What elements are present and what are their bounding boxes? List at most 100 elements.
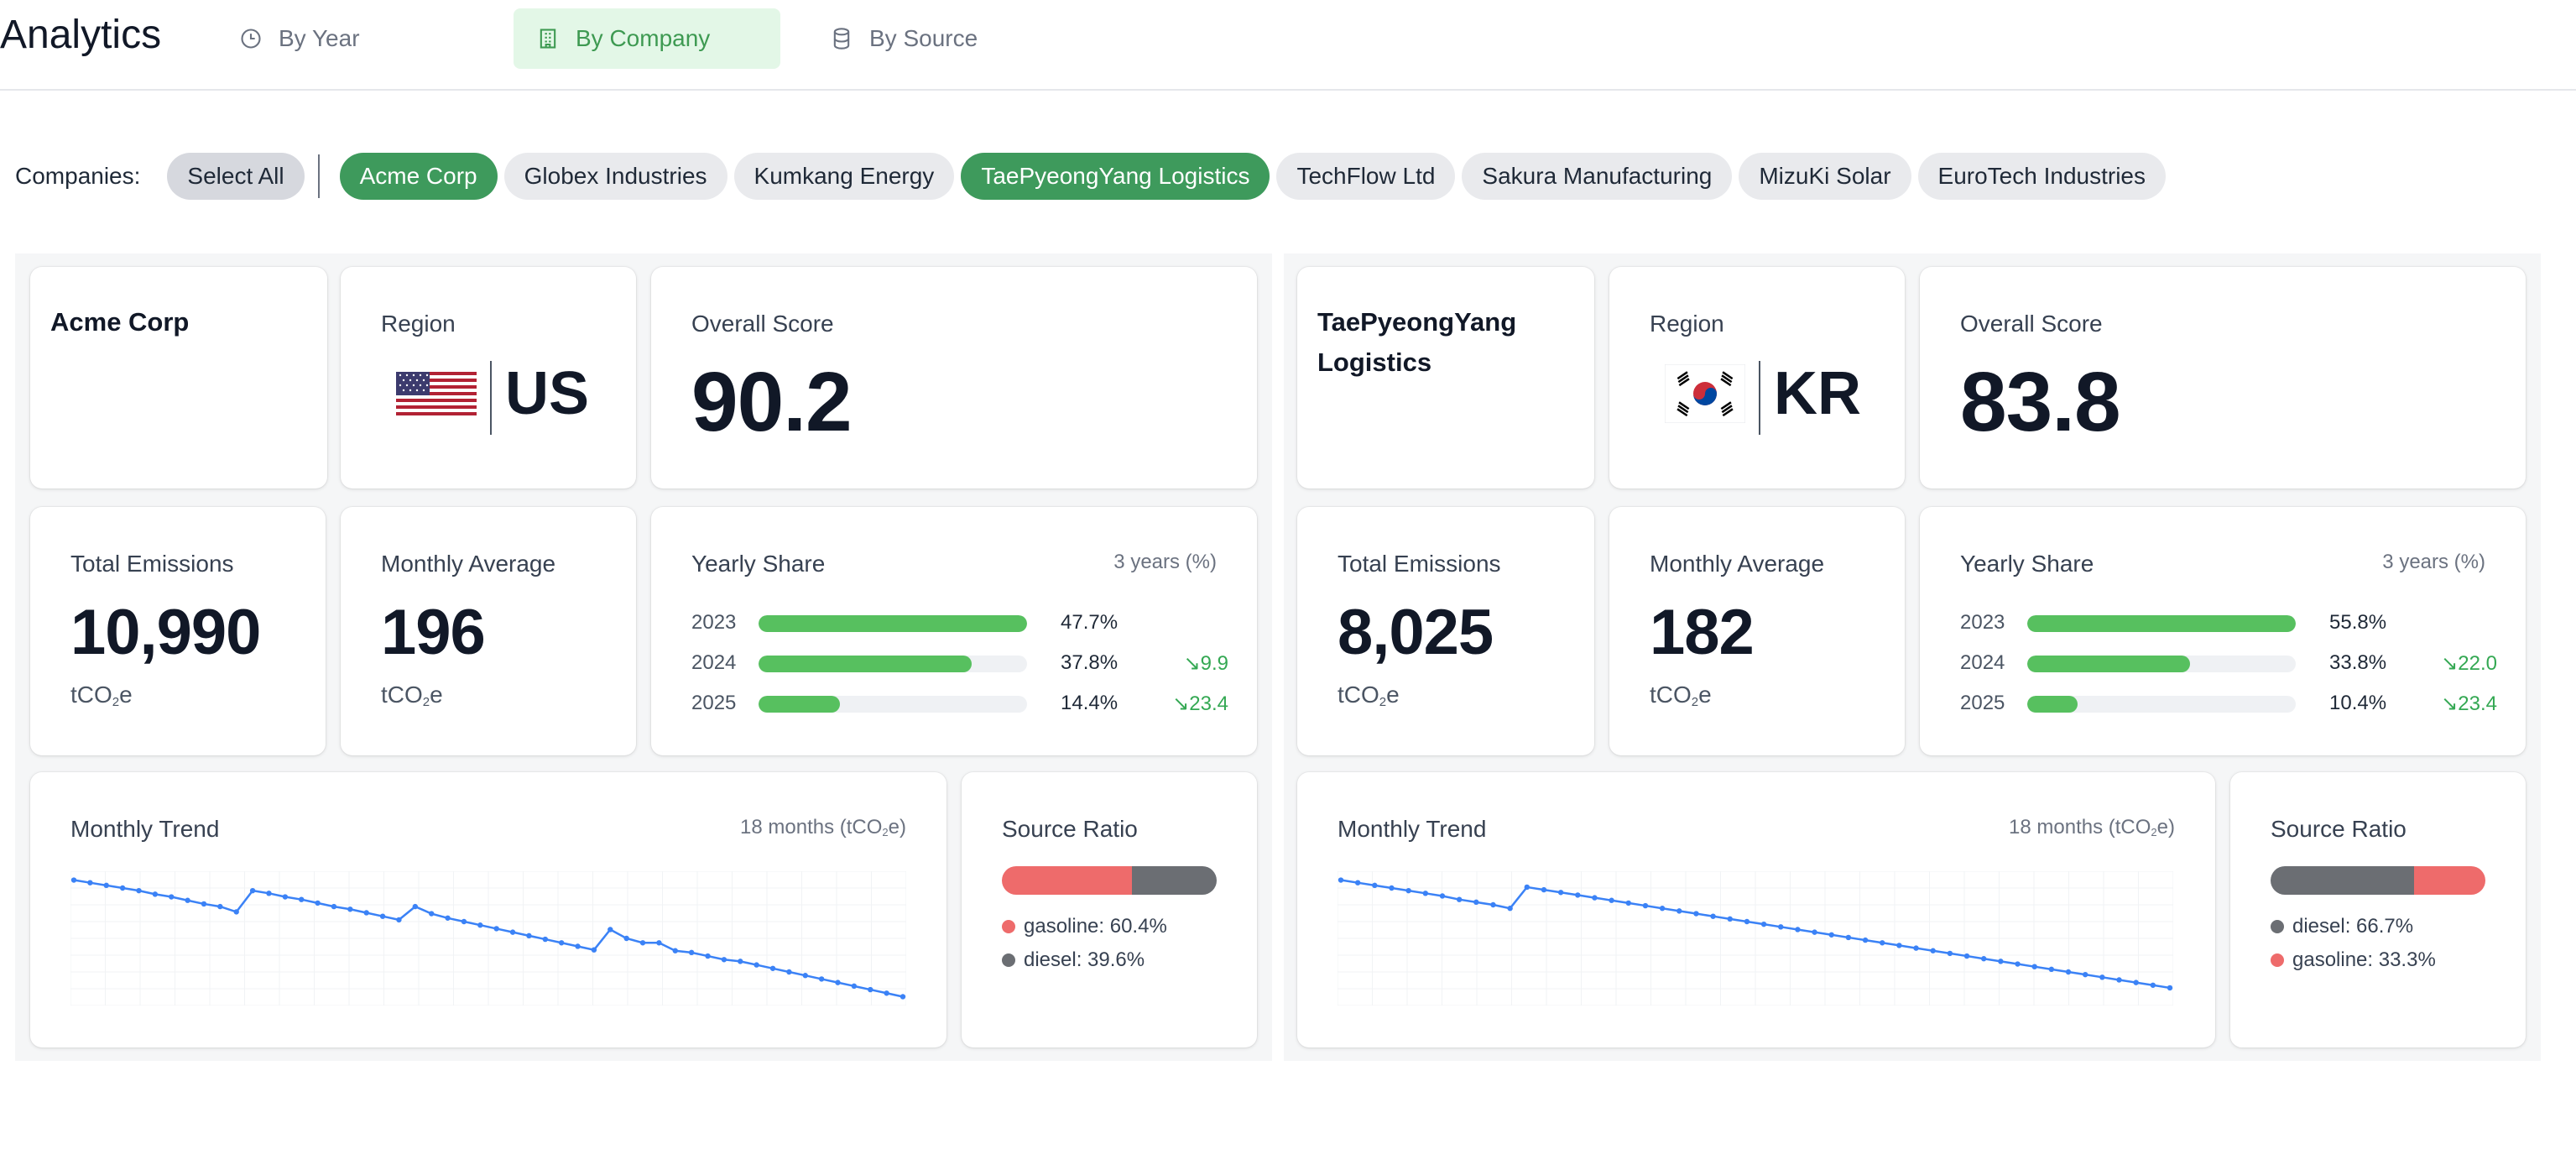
monthly-average-value: 182 — [1650, 597, 1755, 668]
unit-label: tCO2e — [70, 682, 133, 709]
trend-point — [396, 917, 402, 923]
legend-label: diesel: 39.6% — [1024, 948, 1145, 971]
legend-dot — [2271, 953, 2284, 967]
trend-point — [2116, 977, 2122, 983]
trend-point — [119, 885, 126, 891]
share-percent: 37.8% — [1061, 651, 1119, 674]
trend-point — [103, 882, 109, 889]
region-divider — [1759, 361, 1760, 435]
share-percent: 55.8% — [2329, 611, 2387, 634]
trend-point — [607, 927, 613, 933]
monthly-trend-chart — [70, 871, 906, 1006]
trend-point — [1372, 882, 1378, 889]
trend-grid — [70, 871, 906, 1006]
share-bar-fill — [2027, 615, 2296, 632]
trend-point — [331, 903, 337, 910]
share-bar-fill — [759, 696, 840, 713]
company-chip-eurotech-industries[interactable]: EuroTech Industries — [1917, 153, 2166, 200]
trend-point — [461, 918, 467, 925]
total-emissions-card: Total Emissions 10,990 tCO2e — [30, 507, 326, 755]
trend-point — [1541, 886, 1547, 893]
legend-label: gasoline: 33.3% — [2292, 948, 2436, 971]
trend-point — [1947, 950, 1953, 957]
tab-by-source[interactable]: By Source — [807, 8, 1025, 69]
overall-score-card: Overall Score 83.8 — [1920, 267, 2526, 488]
monthly-trend-label: Monthly Trend — [1338, 816, 1487, 842]
trend-point — [412, 903, 419, 910]
trend-point — [1845, 934, 1852, 941]
region-label: Region — [381, 311, 456, 337]
region-label: Region — [1650, 311, 1724, 337]
trend-point — [70, 877, 77, 883]
company-chip-mizuki-solar[interactable]: MizuKi Solar — [1739, 153, 1911, 200]
trend-point — [1405, 887, 1411, 894]
company-panel: Acme Corp Region US Overall Score 90.2 T… — [15, 253, 1272, 1061]
trend-point — [1880, 940, 1885, 946]
trend-point — [169, 894, 175, 900]
trend-point — [738, 959, 743, 964]
trend-point — [1896, 943, 1902, 948]
monthly-trend-card: Monthly Trend 18 months (tCO2e) — [1297, 772, 2215, 1047]
trend-point — [1998, 959, 2004, 964]
app-title: Analytics — [0, 13, 162, 57]
source-ratio-segment-gasoline — [1002, 866, 1132, 895]
select-all-button[interactable]: Select All — [167, 153, 305, 200]
trend-point — [1473, 899, 1479, 906]
trend-point — [477, 922, 483, 928]
trend-grid — [1338, 871, 2173, 1006]
trend-point — [1389, 885, 1395, 891]
company-chip-sakura-manufacturing[interactable]: Sakura Manufacturing — [1462, 153, 1733, 200]
company-chip-kumkang-energy[interactable]: Kumkang Energy — [733, 153, 955, 200]
unit-label: tCO2e — [381, 682, 443, 709]
trend-point — [1422, 891, 1429, 896]
trend-point — [1963, 953, 1970, 959]
building-icon — [535, 26, 561, 51]
company-chip-globex-industries[interactable]: Globex Industries — [503, 153, 727, 200]
trend-point — [558, 940, 565, 946]
company-panel: TaePyeongYang Logistics Region KR Overal… — [1284, 253, 2541, 1061]
trend-point — [2133, 980, 2139, 985]
share-bar-fill — [759, 656, 972, 672]
trend-point — [1456, 896, 1463, 902]
monthly-average-label: Monthly Average — [381, 551, 556, 577]
trend-point — [1524, 884, 1530, 891]
monthly-trend-note: 18 months (tCO2e) — [2009, 816, 2175, 838]
trend-point — [363, 910, 369, 916]
trend-point — [2065, 969, 2072, 975]
trend-point — [884, 990, 889, 996]
monthly-average-card: Monthly Average 196 tCO2e — [341, 507, 636, 755]
trend-point — [672, 948, 678, 953]
share-percent: 47.7% — [1061, 611, 1119, 634]
company-chip-acme-corp[interactable]: Acme Corp — [339, 153, 498, 200]
trend-point — [87, 880, 93, 886]
trend-point — [1507, 906, 1513, 912]
company-chip-taepyeongyang-logistics[interactable]: TaePyeongYang Logistics — [961, 153, 1270, 200]
trend-point — [835, 980, 841, 985]
trend-point — [185, 897, 190, 903]
tab-by-year[interactable]: By Year — [216, 8, 426, 69]
tab-by-company[interactable]: By Company — [514, 8, 780, 69]
legend-label: diesel: 66.7% — [2292, 915, 2414, 938]
total-emissions-value: 8,025 — [1338, 597, 1494, 668]
trend-point — [868, 986, 873, 993]
trend-point — [428, 911, 435, 917]
trend-point — [2031, 964, 2037, 969]
trend-point — [1575, 892, 1581, 898]
filter-label: Companies: — [15, 163, 141, 189]
trend-point — [1490, 901, 1496, 908]
yearly-share-label: Yearly Share — [691, 551, 826, 577]
trend-point — [249, 887, 256, 894]
source-ratio-label: Source Ratio — [2271, 816, 2407, 842]
trend-point — [1862, 937, 1869, 943]
yearly-share-card: Yearly Share 3 years (%) 2023 47.7% 2024… — [651, 507, 1257, 755]
share-bar-fill — [2027, 656, 2190, 672]
yearly-share-note: 3 years (%) — [2382, 551, 2485, 573]
top-bar: Analytics By Year By Company By Source — [0, 0, 2576, 91]
trend-point — [1760, 921, 1767, 927]
trend-point — [1338, 877, 1344, 883]
company-name: TaePyeongYang Logistics — [1317, 307, 1517, 377]
company-chip-techflow-ltd[interactable]: TechFlow Ltd — [1276, 153, 1456, 200]
overall-score-label: Overall Score — [1960, 311, 2103, 337]
share-year: 2023 — [691, 611, 737, 634]
share-year: 2024 — [691, 651, 737, 674]
